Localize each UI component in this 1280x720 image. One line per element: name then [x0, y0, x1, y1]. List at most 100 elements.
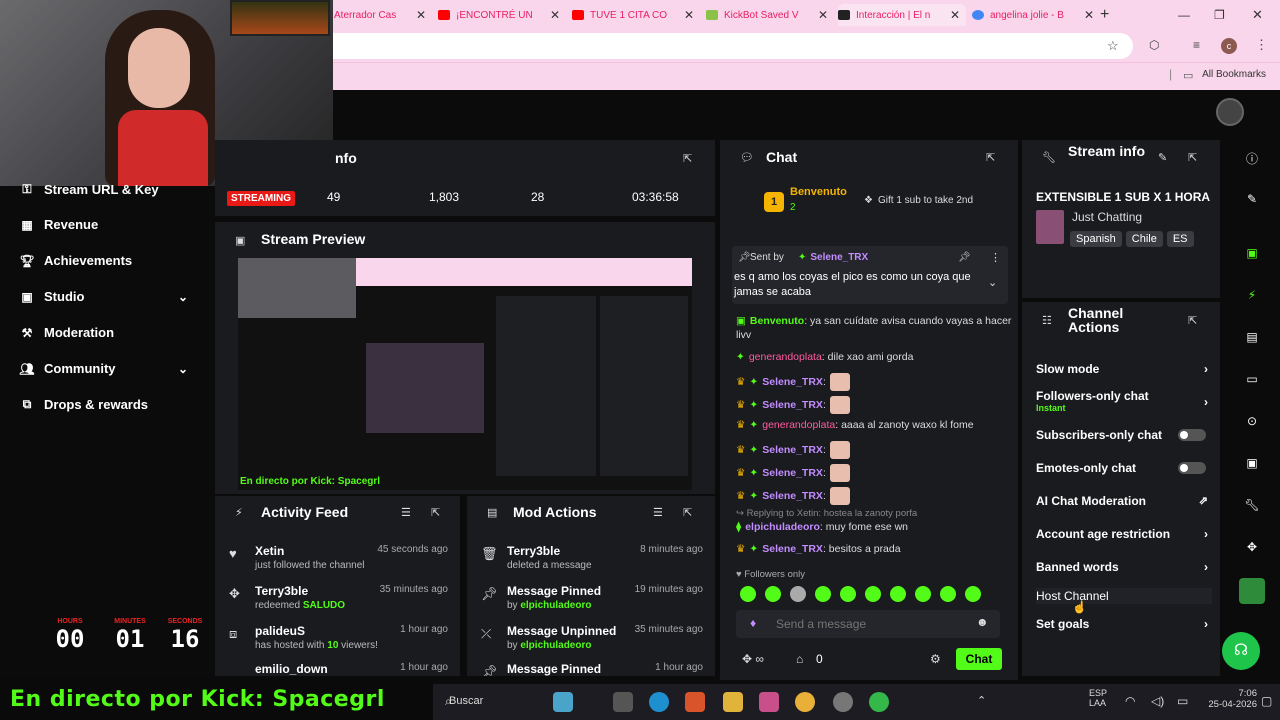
action-host-channel[interactable]: Host Channel: [1036, 588, 1212, 604]
action-followers-only[interactable]: Followers-only chat Instant ›: [1036, 389, 1208, 413]
close-icon[interactable]: ✕: [1084, 8, 1094, 22]
list-icon[interactable]: ▤: [1240, 330, 1264, 344]
whatsapp-icon[interactable]: [869, 692, 889, 712]
browser-tab[interactable]: KickBot Saved V ✕: [706, 4, 834, 26]
sidebar-item-drops[interactable]: ⧉ Drops & rewards: [18, 397, 148, 412]
browser-tab[interactable]: angelina jolie - B ✕: [972, 4, 1100, 26]
volume-icon[interactable]: ◁): [1151, 694, 1164, 708]
browser-tab[interactable]: Aterrador Cas ✕: [334, 4, 432, 26]
app-icon[interactable]: [833, 692, 853, 712]
toggle-switch[interactable]: [1178, 429, 1206, 441]
wifi-icon[interactable]: ◠: [1125, 694, 1135, 708]
headset-icon[interactable]: ☊: [1222, 632, 1260, 670]
star-icon[interactable]: ☆: [1107, 38, 1119, 54]
emote-icon[interactable]: [740, 586, 756, 602]
chat-input[interactable]: [776, 614, 966, 634]
menu-icon[interactable]: ⋮: [1255, 37, 1268, 53]
edit-icon[interactable]: ✎: [1158, 151, 1167, 164]
files-icon[interactable]: [613, 692, 633, 712]
settings-cluster-icon[interactable]: ✥ ∞: [742, 652, 764, 666]
close-icon[interactable]: ✕: [550, 8, 560, 22]
popout-icon[interactable]: ⇱: [683, 152, 692, 165]
sidebar-item-revenue[interactable]: ▦ Revenue: [18, 217, 98, 232]
chevron-up-icon[interactable]: ⌃: [977, 694, 986, 707]
emote-icon[interactable]: [815, 586, 831, 602]
broadcast-icon[interactable]: ⊙: [1240, 414, 1264, 428]
filter-icon[interactable]: ☰: [401, 506, 411, 519]
popout-icon[interactable]: ⇱: [1188, 151, 1197, 164]
app-icon[interactable]: [1239, 578, 1265, 604]
restore-icon[interactable]: ❐: [1214, 4, 1225, 26]
gear-icon[interactable]: ⚙: [930, 652, 941, 666]
popout-icon[interactable]: ⇱: [431, 506, 440, 519]
edit-icon[interactable]: ✎: [1240, 192, 1264, 206]
filter-icon[interactable]: ☰: [653, 506, 663, 519]
action-set-goals[interactable]: Set goals ›: [1036, 617, 1208, 631]
browser-tab[interactable]: ¡ENCONTRÉ UN ✕: [438, 4, 566, 26]
toggle-switch[interactable]: [1178, 462, 1206, 474]
chevron-down-icon[interactable]: ⌄: [988, 276, 997, 289]
top-gifter-name[interactable]: Benvenuto: [790, 186, 847, 198]
emote-icon[interactable]: [865, 586, 881, 602]
url-input[interactable]: [333, 33, 1133, 59]
sidebar-item-studio[interactable]: ▣ Studio ⌄: [18, 289, 188, 304]
firefox-icon[interactable]: [685, 692, 705, 712]
chat-icon[interactable]: ▭: [1240, 372, 1264, 386]
close-icon[interactable]: ✕: [950, 8, 960, 22]
user-avatar[interactable]: [1216, 98, 1244, 126]
emote-icon[interactable]: [765, 586, 781, 602]
all-bookmarks-link[interactable]: All Bookmarks: [1202, 69, 1266, 80]
action-ai-moderation[interactable]: AI Chat Moderation ⇗: [1036, 494, 1208, 508]
community-icon[interactable]: ✥: [1240, 540, 1264, 554]
close-icon[interactable]: ✕: [416, 8, 426, 22]
emote-icon[interactable]: [840, 586, 856, 602]
emote-icon[interactable]: [890, 586, 906, 602]
close-icon[interactable]: ✕: [684, 8, 694, 22]
gift-prompt[interactable]: Gift 1 sub to take 2nd: [878, 195, 973, 206]
minimize-icon[interactable]: —: [1178, 4, 1190, 26]
info-icon[interactable]: ⓘ: [1240, 150, 1264, 167]
tag[interactable]: ES: [1166, 231, 1194, 247]
action-banned-words[interactable]: Banned words ›: [1036, 560, 1208, 574]
wrench-icon[interactable]: 🔧︎: [1240, 498, 1264, 512]
popout-icon[interactable]: ⇱: [986, 151, 995, 164]
unpin-icon[interactable]: 📌︎: [958, 252, 971, 263]
battery-icon[interactable]: ▭: [1177, 694, 1188, 708]
category-name[interactable]: Just Chatting: [1072, 210, 1142, 224]
close-icon[interactable]: ✕: [818, 8, 828, 22]
sidebar-item-moderation[interactable]: ⚒ Moderation: [18, 325, 114, 340]
popout-icon[interactable]: ⇱: [1188, 314, 1197, 327]
more-icon[interactable]: ⋮: [990, 251, 1001, 264]
browser-tab[interactable]: TUVE 1 CITA CO ✕: [572, 4, 700, 26]
popout-icon[interactable]: ⇱: [683, 506, 692, 519]
chrome-icon[interactable]: [795, 692, 815, 712]
emoji-icon[interactable]: ☻: [976, 615, 989, 629]
clock[interactable]: 7:06 25-04-2026: [1203, 688, 1257, 710]
category-thumbnail[interactable]: [1036, 210, 1064, 244]
send-chat-button[interactable]: Chat: [956, 648, 1002, 670]
chat-input-box[interactable]: ♦ ☻: [736, 610, 1000, 638]
extensions-icon[interactable]: ⬡: [1149, 38, 1159, 52]
profile-avatar[interactable]: c: [1221, 38, 1237, 54]
close-window-icon[interactable]: ✕: [1252, 4, 1263, 26]
action-account-age[interactable]: Account age restriction ›: [1036, 527, 1208, 541]
new-tab-button[interactable]: +: [1100, 4, 1116, 26]
tag[interactable]: Spanish: [1070, 231, 1122, 247]
emote-icon[interactable]: [915, 586, 931, 602]
media-icon[interactable]: ≡: [1193, 38, 1200, 52]
sidebar-item-stream-url[interactable]: ⚿ Stream URL & Key: [18, 182, 158, 197]
action-emotes-only[interactable]: Emotes-only chat: [1036, 461, 1208, 475]
action-subscribers-only[interactable]: Subscribers-only chat: [1036, 428, 1208, 442]
scan-icon[interactable]: ▣: [1240, 246, 1264, 260]
weather-icon[interactable]: [553, 692, 573, 712]
folder-icon[interactable]: [723, 692, 743, 712]
bolt-icon[interactable]: ⚡︎: [1240, 288, 1264, 302]
sidebar-item-achievements[interactable]: 🏆︎ Achievements: [18, 253, 132, 268]
language-indicator[interactable]: ESP LAA: [1089, 688, 1107, 708]
taskbar-search[interactable]: Buscar: [449, 695, 483, 707]
pinned-message[interactable]: 📌︎ Sent by ✦ Selene_TRX 📌︎ ⋮ es q amo los…: [732, 246, 1008, 304]
emote-icon[interactable]: [790, 586, 806, 602]
emote-icon[interactable]: [940, 586, 956, 602]
emote-icon[interactable]: [965, 586, 981, 602]
store-icon[interactable]: [759, 692, 779, 712]
